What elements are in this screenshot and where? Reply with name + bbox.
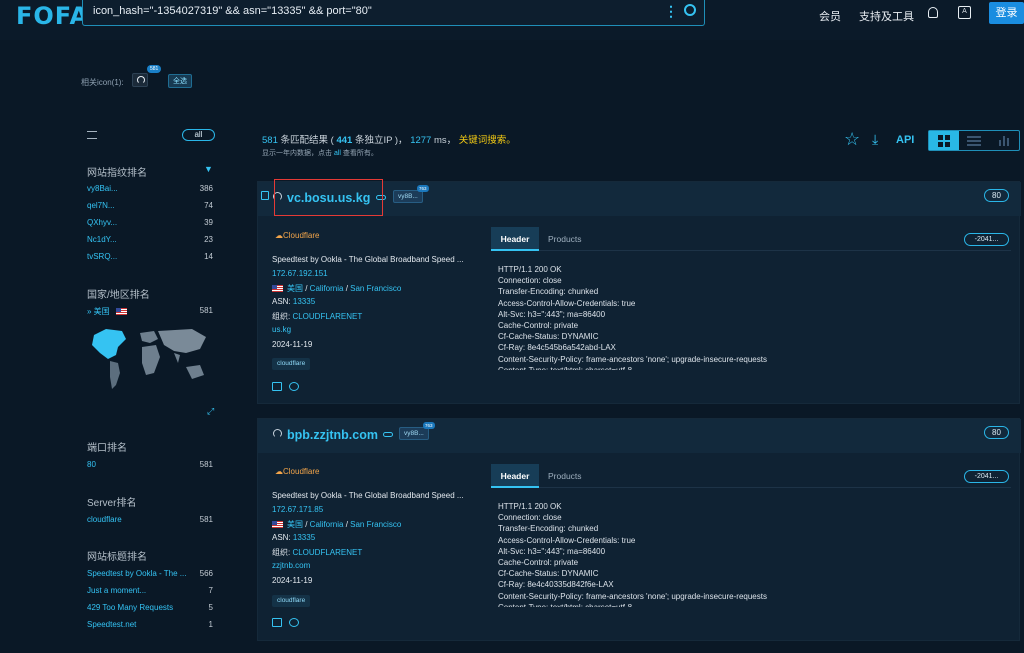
search-input[interactable]: icon_hash="-1354027319" && asn="13335" &… xyxy=(93,5,372,17)
update-date: 2024-11-19 xyxy=(272,576,313,585)
highlight-box xyxy=(274,179,383,216)
cdn-label[interactable]: ☁Cloudflare xyxy=(275,231,319,240)
country-rank-title: 国家/地区排名 xyxy=(87,290,150,301)
all-toggle[interactable]: all xyxy=(182,129,215,141)
select-all-button[interactable]: 全选 xyxy=(168,74,192,88)
site-title: Speedtest by Ookla - The Global Broadban… xyxy=(272,255,464,264)
http-header-text: HTTP/1.1 200 OK Connection: close Transf… xyxy=(498,265,767,370)
star-icon[interactable]: ☆ xyxy=(844,130,860,148)
language-icon[interactable]: A xyxy=(958,6,971,19)
cdn-label[interactable]: ☁Cloudflare xyxy=(275,467,319,476)
port-item[interactable]: 80 581 xyxy=(87,460,213,469)
fingerprint-tag[interactable]: vy8B... xyxy=(399,427,429,440)
location: 美国 / California / San Francisco xyxy=(272,519,401,530)
fingerprint-rank-title: 网站指纹排名 xyxy=(87,168,147,179)
fingerprint-tag-count: 763 xyxy=(417,185,429,192)
grid-view-button[interactable] xyxy=(929,131,959,150)
result-summary: 581 条匹配结果 ( 441 条独立IP )， 1277 ms， 关键词搜索。 xyxy=(262,135,516,146)
more-options-icon[interactable]: ⋮ xyxy=(664,3,678,20)
cube-icon[interactable] xyxy=(261,191,269,200)
domain-link[interactable]: us.kg xyxy=(272,325,291,334)
keyword-search-link[interactable]: 关键词搜索。 xyxy=(459,135,516,146)
favicon-count-badge: 581 xyxy=(147,65,162,73)
tab-header[interactable]: Header xyxy=(491,464,539,488)
http-header-text: HTTP/1.1 200 OK Connection: close Transf… xyxy=(498,502,767,607)
chart-view-button[interactable] xyxy=(989,131,1019,150)
tab-products[interactable]: Products xyxy=(548,464,582,488)
list-view-button[interactable] xyxy=(959,131,989,150)
filter-settings-icon[interactable] xyxy=(87,131,97,139)
api-button[interactable]: API xyxy=(896,134,914,146)
cert-icon[interactable] xyxy=(289,382,299,391)
port-rank-title: 端口排名 xyxy=(87,443,127,454)
hash-badge[interactable]: -2041... xyxy=(964,470,1009,483)
update-date: 2024-11-19 xyxy=(272,340,313,349)
organization: 组织: CLOUDFLARENET xyxy=(272,548,363,557)
world-map[interactable] xyxy=(88,325,213,393)
result-card: bpb.zzjtnb.com vy8B... 763 80 ☁Cloudflar… xyxy=(257,418,1021,641)
site-title: Speedtest by Ookla - The Global Broadban… xyxy=(272,491,464,500)
tab-header[interactable]: Header xyxy=(491,227,539,251)
code-icon[interactable] xyxy=(272,382,282,391)
port-badge[interactable]: 80 xyxy=(984,189,1009,202)
us-flag-icon xyxy=(272,521,283,528)
funnel-icon[interactable]: ▼ xyxy=(204,164,213,174)
us-flag-icon xyxy=(272,285,283,292)
bell-icon[interactable] xyxy=(928,7,938,18)
hash-badge[interactable]: -2041... xyxy=(964,233,1009,246)
cert-icon[interactable] xyxy=(289,618,299,627)
search-box[interactable]: icon_hash="-1354027319" && asn="13335" &… xyxy=(82,0,705,26)
nav-member[interactable]: 会员 xyxy=(819,8,841,24)
related-icon-label: 相关icon(1): xyxy=(81,78,124,87)
title-item[interactable]: Speedtest by Ookla - The ... 566 xyxy=(87,569,213,578)
tab-products[interactable]: Products xyxy=(548,227,582,251)
fingerprint-tag-count: 763 xyxy=(423,422,435,429)
ip-link[interactable]: 172.67.171.85 xyxy=(272,505,323,514)
ip-link[interactable]: 172.67.192.151 xyxy=(272,269,328,278)
fofa-logo[interactable]: FOFA xyxy=(16,2,89,30)
detail-tabs: Header Products xyxy=(491,227,1011,251)
login-button[interactable]: 登录 xyxy=(989,2,1024,24)
domain-link[interactable]: zzjtnb.com xyxy=(272,561,310,570)
link-icon[interactable] xyxy=(383,432,393,437)
code-icon[interactable] xyxy=(272,618,282,627)
download-icon[interactable]: ⤓ xyxy=(872,131,888,147)
related-icon-bar: 相关icon(1): xyxy=(0,56,1024,102)
nav-support-tools[interactable]: 支持及工具 xyxy=(859,8,914,24)
asn: ASN: 13335 xyxy=(272,297,316,306)
fingerprint-item[interactable]: vy8Bai... 386 xyxy=(87,184,213,193)
result-host-link[interactable]: bpb.zzjtnb.com xyxy=(287,428,378,442)
speedometer-favicon-icon[interactable] xyxy=(132,73,148,87)
expand-map-icon[interactable]: ⤢ xyxy=(207,406,217,416)
view-switcher xyxy=(928,130,1020,151)
country-item[interactable]: » 美国 581 xyxy=(87,306,213,317)
title-item[interactable]: 429 Too Many Requests 5 xyxy=(87,603,213,612)
server-tag[interactable]: cloudflare xyxy=(272,358,311,370)
server-item[interactable]: cloudflare 581 xyxy=(87,515,213,524)
location: 美国 / California / San Francisco xyxy=(272,283,401,294)
organization: 组织: CLOUDFLARENET xyxy=(272,312,363,321)
all-link[interactable]: all xyxy=(334,150,341,157)
us-flag-icon xyxy=(115,308,127,315)
title-item[interactable]: Just a moment... 7 xyxy=(87,586,213,595)
fingerprint-item[interactable]: tvSRQ... 14 xyxy=(87,252,213,261)
search-icon[interactable] xyxy=(684,4,696,16)
fingerprint-item[interactable]: QXhyv... 39 xyxy=(87,218,213,227)
title-rank-title: 网站标题排名 xyxy=(87,552,147,563)
asn: ASN: 13335 xyxy=(272,533,316,542)
detail-tabs: Header Products xyxy=(491,464,1011,488)
port-badge[interactable]: 80 xyxy=(984,426,1009,439)
result-note: 显示一年内数据，点击 all 查看所有。 xyxy=(262,150,378,157)
server-tag[interactable]: cloudflare xyxy=(272,595,311,607)
fingerprint-item[interactable]: qel7N... 74 xyxy=(87,201,213,210)
fingerprint-item[interactable]: Nc1dY... 23 xyxy=(87,235,213,244)
server-rank-title: Server排名 xyxy=(87,498,137,509)
fingerprint-tag[interactable]: vy8B... xyxy=(393,190,423,203)
title-item[interactable]: Speedtest.net 1 xyxy=(87,620,213,629)
speedometer-icon xyxy=(273,429,282,438)
